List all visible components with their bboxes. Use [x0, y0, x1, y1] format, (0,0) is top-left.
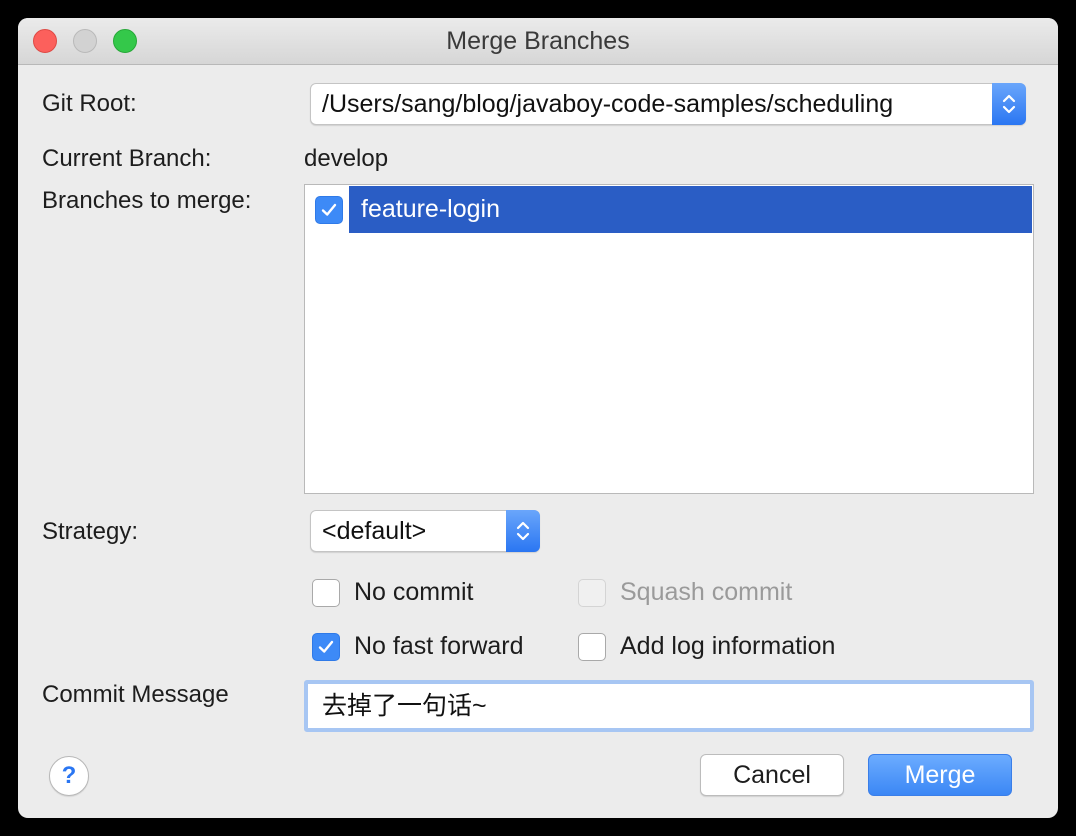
checkmark-icon	[318, 640, 334, 653]
no-fast-forward-checkbox[interactable]	[312, 633, 340, 661]
squash-commit-label: Squash commit	[620, 578, 793, 606]
list-item[interactable]: feature-login	[349, 186, 1032, 233]
commit-message-label: Commit Message	[42, 681, 229, 708]
current-branch-value: develop	[304, 145, 389, 172]
branches-to-merge-label: Branches to merge:	[42, 187, 252, 214]
branches-list[interactable]: feature-login	[304, 184, 1034, 494]
help-button[interactable]: ?	[49, 756, 89, 796]
add-log-information-label: Add log information	[620, 632, 836, 660]
commit-message-input[interactable]: 去掉了一句话~	[304, 680, 1034, 732]
branch-checkbox[interactable]	[315, 196, 343, 224]
git-root-value: /Users/sang/blog/javaboy-code-samples/sc…	[322, 90, 894, 118]
cancel-button[interactable]: Cancel	[700, 754, 844, 796]
strategy-label: Strategy:	[42, 518, 139, 545]
merge-branches-dialog: Merge Branches Git Root: /Users/sang/blo…	[18, 18, 1058, 818]
commit-message-value: 去掉了一句话~	[322, 692, 487, 720]
window-title: Merge Branches	[446, 27, 630, 55]
current-branch-label: Current Branch:	[42, 145, 212, 172]
merge-button[interactable]: Merge	[868, 754, 1012, 796]
strategy-value: <default>	[322, 517, 427, 545]
no-commit-checkbox[interactable]	[312, 579, 340, 607]
title-bar: Merge Branches	[18, 18, 1058, 65]
no-commit-label: No commit	[354, 578, 474, 606]
git-root-select[interactable]: /Users/sang/blog/javaboy-code-samples/sc…	[310, 83, 1026, 125]
branch-name: feature-login	[361, 195, 500, 223]
git-root-label: Git Root:	[42, 90, 137, 117]
no-fast-forward-label: No fast forward	[354, 632, 524, 660]
squash-commit-checkbox	[578, 579, 606, 607]
up-down-chevron-icon	[992, 83, 1026, 125]
add-log-information-checkbox[interactable]	[578, 633, 606, 661]
strategy-select[interactable]: <default>	[310, 510, 540, 552]
checkmark-icon	[321, 203, 337, 216]
up-down-chevron-icon	[506, 510, 540, 552]
